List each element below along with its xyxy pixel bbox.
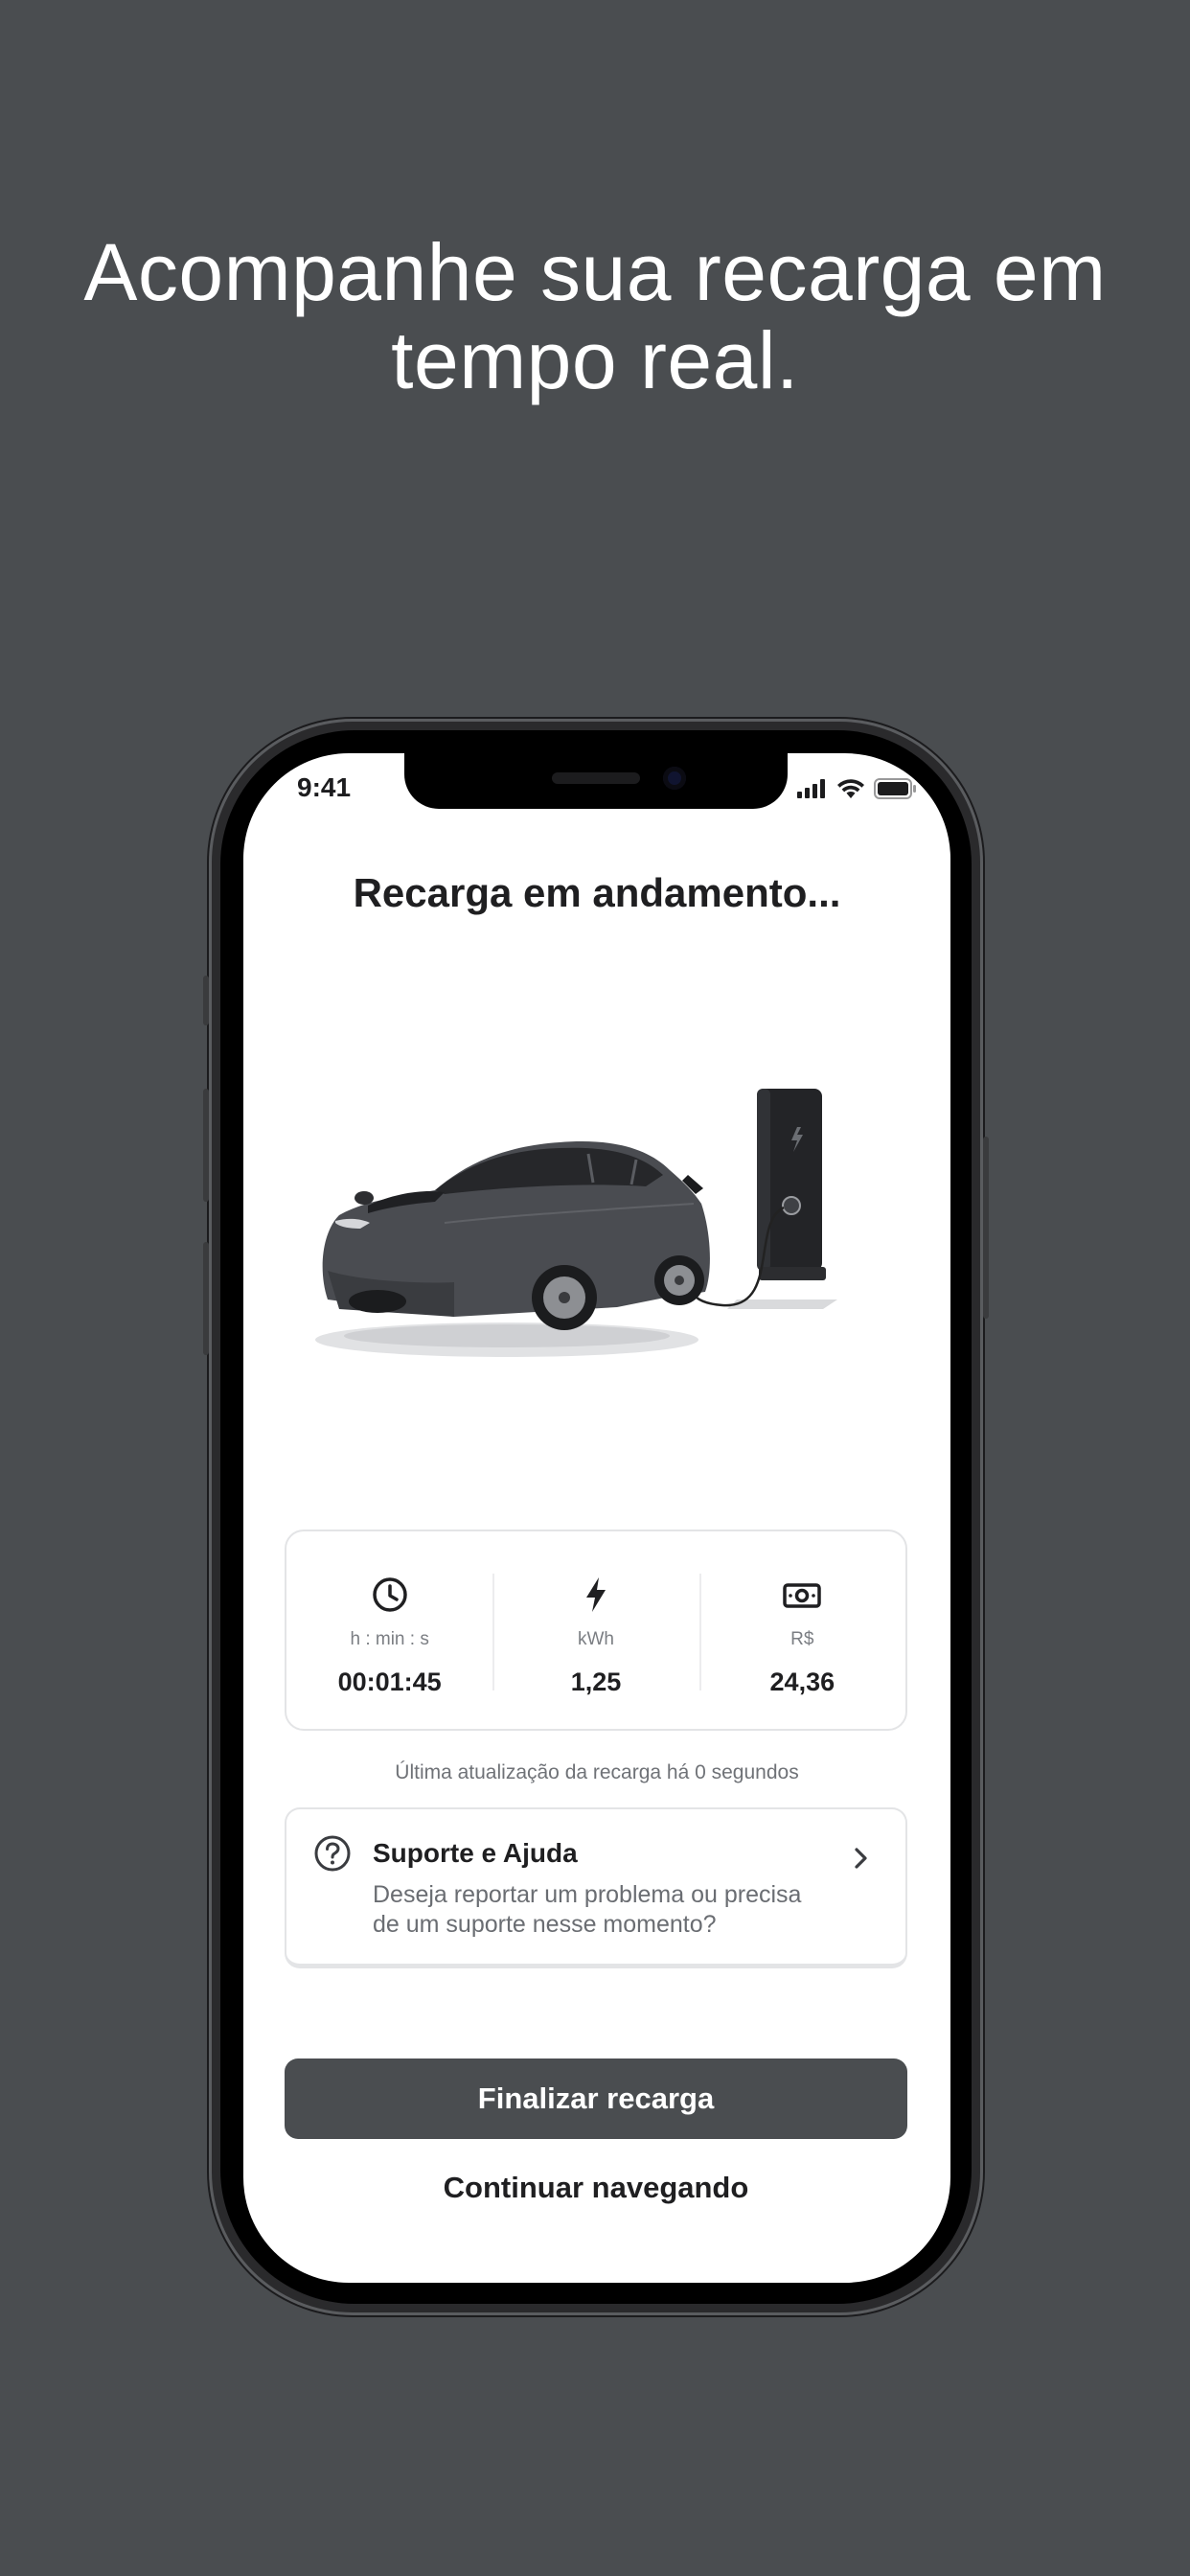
continue-browsing-button[interactable]: Continuar navegando — [285, 2154, 907, 2221]
screen-title: Recarga em andamento... — [353, 870, 841, 915]
headline: Acompanhe sua recarga em tempo real. — [0, 228, 1190, 404]
battery-icon — [874, 778, 916, 799]
cellular-signal-icon — [797, 779, 825, 798]
lightning-bolt-icon — [585, 1577, 606, 1612]
charging-stats-card: h : min : s 00:01:45 kWh 1,25 R$ 24,36 — [285, 1530, 907, 1731]
money-bill-icon — [783, 1583, 822, 1608]
help-circle-icon — [314, 1835, 351, 1872]
stat-duration-label: h : min : s — [350, 1629, 429, 1649]
status-time: 9:41 — [297, 772, 352, 802]
support-title: Suporte e Ajuda — [373, 1838, 578, 1868]
support-help-card[interactable]: Suporte e Ajuda Deseja reportar um probl… — [285, 1807, 907, 1968]
stat-cost-label: R$ — [790, 1629, 814, 1649]
headline-line-1: Acompanhe sua recarga em — [83, 227, 1107, 317]
phone-silent-switch — [203, 976, 209, 1025]
stat-duration-value: 00:01:45 — [337, 1668, 442, 1696]
notch — [404, 753, 788, 809]
phone-volume-down — [203, 1242, 209, 1355]
phone-screen: 9:41 Recarga em andamento... h: min: s… — [243, 753, 950, 2283]
stat-energy-value: 1,25 — [570, 1668, 622, 1696]
stat-duration: h : min : s 00:01:45 — [286, 1531, 492, 1729]
electric-car-charging-illustration — [315, 1089, 837, 1357]
support-description: Deseja reportar um problema ou precisa d… — [373, 1881, 802, 1938]
phone-volume-up — [203, 1089, 209, 1202]
last-update-note: Última atualização da recarga há 0 segun… — [395, 1761, 799, 1783]
phone-power-button — [983, 1137, 989, 1319]
front-camera — [663, 767, 686, 790]
speaker-grille — [552, 772, 640, 784]
stat-cost: R$ 24,36 — [698, 1531, 905, 1729]
stat-energy-label: kWh — [577, 1629, 614, 1649]
wifi-icon — [837, 779, 864, 798]
chevron-right-icon — [855, 1848, 867, 1869]
headline-line-2: tempo real. — [391, 315, 799, 405]
stat-energy: kWh 1,25 — [492, 1531, 698, 1729]
stat-cost-value: 24,36 — [769, 1668, 835, 1696]
status-icons — [797, 778, 916, 799]
finish-charging-button[interactable]: Finalizar recarga — [285, 2058, 907, 2139]
clock-icon — [372, 1577, 407, 1612]
